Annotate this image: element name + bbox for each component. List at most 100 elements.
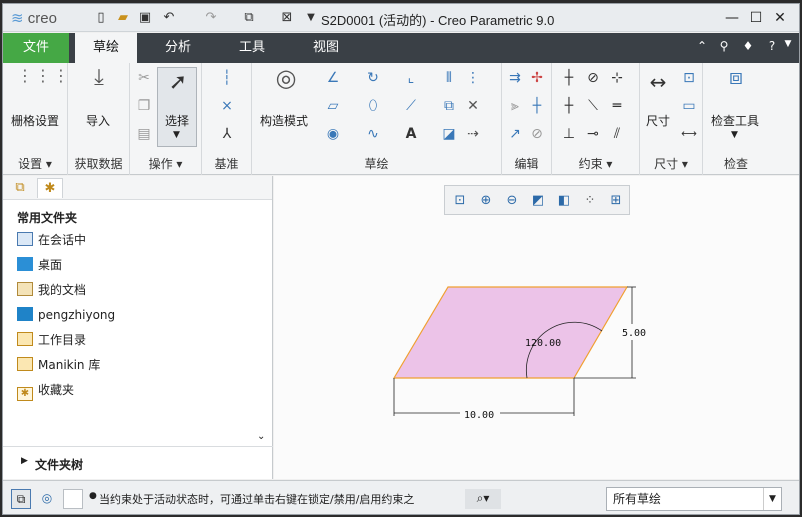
list-item-favorites[interactable]: ✱ 收藏夹: [17, 380, 74, 401]
import-button[interactable]: 导入: [86, 112, 110, 129]
arc-icon[interactable]: ↻: [364, 69, 382, 87]
regenerate-icon[interactable]: ⧉: [241, 10, 257, 26]
undo-icon[interactable]: ↶: [161, 10, 177, 26]
line-icon[interactable]: ∠: [324, 69, 342, 87]
graphics-area[interactable]: ⊡ ⊕ ⊖ ◩ ◧ ⁘ ⊞ 5.00 10.00 120.00: [274, 176, 799, 479]
select-button[interactable]: ➚ 选择 ▼: [157, 67, 197, 147]
project-icon[interactable]: ⧉: [440, 97, 458, 115]
tab-tools[interactable]: 工具: [221, 33, 283, 63]
message-bullet-icon: ●: [89, 491, 97, 501]
coordinate-system-icon[interactable]: ⅄: [218, 125, 236, 143]
expand-arrow-icon: ▶: [21, 456, 28, 466]
group-label-operations[interactable]: 操作 ▾: [130, 155, 201, 172]
thicken-icon[interactable]: ⋮: [464, 69, 482, 87]
folder-browser-tab-icon[interactable]: ✱: [37, 178, 63, 198]
tab-file[interactable]: 文件: [3, 33, 69, 63]
full-screen-icon[interactable]: [63, 489, 83, 509]
dynamic-trim-icon[interactable]: ✢: [528, 69, 546, 87]
selection-filter-value: 所有草绘: [613, 492, 662, 506]
group-dimension: ↔ 尺寸 ⊡ ▭ ⟷ 尺寸 ▾: [640, 63, 703, 175]
browser-icon[interactable]: ◎: [37, 489, 57, 509]
point-icon[interactable]: ×: [218, 97, 236, 115]
command-search-icon[interactable]: ♦: [739, 39, 757, 53]
ellipse-icon[interactable]: ⬯: [364, 97, 382, 115]
list-item-documents[interactable]: 我的文档: [17, 280, 86, 300]
parallelogram-sketch: [392, 286, 629, 379]
toggle-navigator-icon[interactable]: ⧉: [11, 489, 31, 509]
list-item-desktop[interactable]: 桌面: [17, 255, 62, 275]
horizontal-constraint-icon[interactable]: ┼: [560, 97, 578, 115]
rectangle-icon[interactable]: ▱: [324, 97, 342, 115]
list-item-in-session[interactable]: 在会话中: [17, 230, 86, 250]
tab-view[interactable]: 视图: [295, 33, 357, 63]
selection-filter-dropdown[interactable]: 所有草绘 ▼: [606, 487, 782, 511]
perimeter-icon[interactable]: ▭: [680, 97, 698, 115]
copy-icon[interactable]: ❐: [136, 97, 152, 115]
inspect-tools-button[interactable]: 检查工具: [711, 112, 759, 129]
open-folder-icon[interactable]: ▰: [115, 10, 131, 26]
status-message: 当约束处于活动状态时，可通过单击右键在锁定/禁用/启用约束之: [99, 493, 415, 506]
offset-icon[interactable]: ⫴: [440, 69, 458, 87]
equal-constraint-icon[interactable]: ═: [608, 97, 626, 115]
save-icon[interactable]: ▣: [137, 10, 153, 26]
quick-access-dropdown-icon[interactable]: ▼: [303, 10, 319, 26]
folder-tree-label: 文件夹树: [35, 458, 84, 472]
computer-icon: [17, 307, 33, 321]
inspect-dropdown-icon[interactable]: ▼: [731, 130, 738, 140]
group-label-constraints[interactable]: 约束 ▾: [552, 155, 639, 172]
mirror-icon[interactable]: ⫸: [506, 97, 524, 115]
group-label-dimension[interactable]: 尺寸 ▾: [640, 155, 702, 172]
modify-icon[interactable]: ⇉: [506, 69, 524, 87]
search-icon[interactable]: ⚲: [715, 39, 733, 53]
baseline-icon[interactable]: ⊡: [680, 69, 698, 87]
spline-icon[interactable]: ∿: [364, 125, 382, 143]
tangent-constraint-icon[interactable]: ⊘: [584, 69, 602, 87]
list-item-manikin-library[interactable]: Manikin 库: [17, 355, 100, 375]
collapse-ribbon-icon[interactable]: ⌃: [693, 39, 711, 53]
chamfer-icon[interactable]: ⟋: [402, 97, 420, 115]
expand-more-icon[interactable]: ⌄: [257, 431, 265, 442]
cut-icon[interactable]: ✂: [136, 69, 152, 87]
window-title: S2D0001 (活动的) - Creo Parametric 9.0: [321, 13, 555, 28]
reference-icon[interactable]: ⟷: [680, 125, 698, 143]
divide-edit-icon[interactable]: ⊘: [528, 125, 546, 143]
ribbon: ⋮⋮⋮ 栅格设置 设置 ▾ ⤓ 导入 获取数据 ✂ ❐ ▤ ➚ 选择 ▼ 操作 …: [3, 63, 799, 175]
fillet-icon[interactable]: ⌞: [402, 69, 420, 87]
list-item-pengzhiyong[interactable]: pengzhiyong: [17, 305, 115, 325]
new-file-icon[interactable]: ▯: [93, 10, 109, 26]
corner-icon[interactable]: ┼: [528, 97, 546, 115]
vertical-constraint-icon[interactable]: ┼: [560, 69, 578, 87]
group-label-inspect: 检查: [723, 157, 748, 171]
symmetric-constraint-icon[interactable]: ⊸: [584, 125, 602, 143]
find-icon[interactable]: ⌕▾: [465, 489, 501, 509]
tab-sketch[interactable]: 草绘: [75, 33, 137, 63]
library-folder-icon: [17, 357, 33, 371]
centerline-icon[interactable]: ┆: [218, 69, 236, 87]
coincident-constraint-icon[interactable]: ⟍: [584, 97, 602, 115]
tab-analysis[interactable]: 分析: [147, 33, 209, 63]
rotate-resize-icon[interactable]: ↗: [506, 125, 524, 143]
group-label-setup[interactable]: 设置 ▾: [3, 155, 67, 172]
delete-segment-icon[interactable]: ✕: [464, 97, 482, 115]
palette-icon[interactable]: ◪: [440, 125, 458, 143]
minimize-icon[interactable]: —: [721, 8, 743, 28]
grid-settings-button[interactable]: 栅格设置: [11, 112, 59, 129]
divide-icon[interactable]: ⇢: [464, 125, 482, 143]
folder-tree-section[interactable]: ▶ 文件夹树: [3, 446, 273, 478]
close-icon[interactable]: ✕: [769, 8, 791, 28]
text-icon[interactable]: A: [402, 125, 420, 143]
redo-icon[interactable]: ↷: [203, 10, 219, 26]
angle-dimension-text: 120.00: [525, 338, 561, 349]
circle-icon[interactable]: ◉: [324, 125, 342, 143]
perpendicular-constraint-icon[interactable]: ⊥: [560, 125, 578, 143]
parallel-constraint-icon[interactable]: ⫽: [608, 125, 626, 143]
construction-mode-button[interactable]: 构造模式: [260, 112, 308, 129]
dimension-button[interactable]: 尺寸: [646, 112, 670, 129]
close-window-icon[interactable]: ⊠: [279, 10, 295, 26]
list-item-working-directory[interactable]: 工作目录: [17, 330, 86, 350]
maximize-icon[interactable]: ☐: [745, 8, 767, 28]
midpoint-constraint-icon[interactable]: ⊹: [608, 69, 626, 87]
paste-icon[interactable]: ▤: [136, 125, 152, 143]
help-dropdown-icon[interactable]: ▼: [779, 39, 797, 49]
model-tree-tab-icon[interactable]: ⧉: [7, 178, 33, 198]
